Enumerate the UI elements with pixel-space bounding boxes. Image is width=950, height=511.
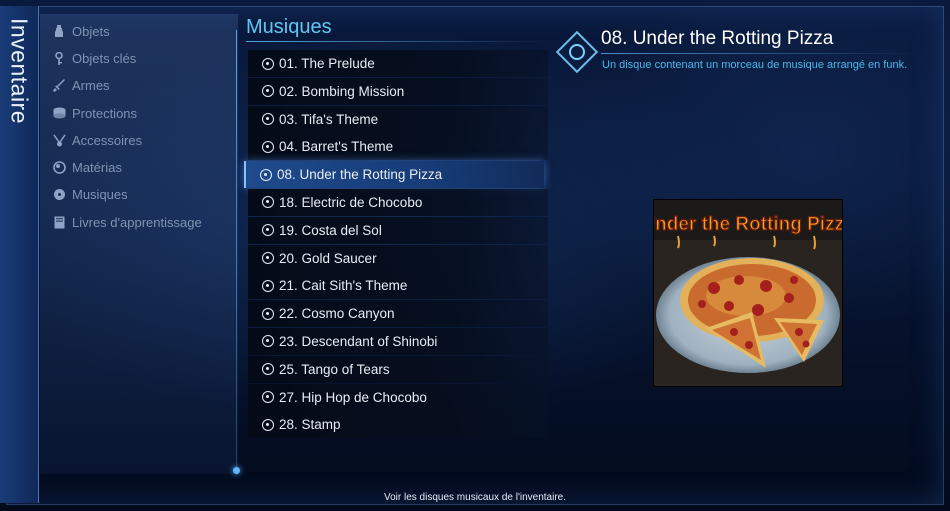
track-row-selected[interactable]: 08. Under the Rotting Pizza [244, 161, 544, 189]
music-disc-icon [260, 168, 272, 181]
music-disc-icon [262, 418, 274, 431]
armor-icon [52, 106, 66, 120]
track-row[interactable]: 04. Barret's Theme [248, 133, 548, 161]
track-row[interactable]: 19. Costa del Sol [248, 216, 548, 244]
side-title: Inventaire [6, 18, 33, 125]
track-row[interactable]: 20. Gold Saucer [248, 244, 548, 272]
materia-icon [52, 160, 66, 174]
music-disc-icon [262, 391, 274, 404]
track-row[interactable]: 28. Stamp [248, 411, 548, 439]
category-livres[interactable]: Livres d'apprentissage [52, 211, 202, 233]
book-icon [52, 215, 66, 229]
footer-hint: Voir les disques musicaux de l'inventair… [383, 492, 566, 503]
track-row[interactable]: 01. The Prelude [248, 50, 548, 77]
music-disc-icon [262, 252, 274, 265]
music-disc-icon [262, 279, 274, 292]
music-disc-icon [262, 307, 274, 320]
music-disc-icon [262, 224, 274, 237]
detail-title: 08. Under the Rotting Pizza [601, 28, 834, 49]
track-row[interactable]: 02. Bombing Mission [248, 77, 548, 105]
detail-underline [601, 53, 921, 54]
track-row[interactable]: 21. Cait Sith's Theme [248, 272, 548, 300]
potion-icon [52, 24, 66, 38]
section-title: Musiques [246, 16, 332, 38]
category-accessoires[interactable]: Accessoires [52, 129, 142, 151]
music-disc-icon [262, 85, 274, 98]
cover-title: Under the Rotting Pizza [654, 214, 842, 235]
music-disc-icon [262, 113, 274, 126]
sword-icon [52, 78, 66, 92]
pizza-cover-art: Under the Rotting Pizza [654, 200, 842, 386]
list-divider-end [233, 467, 240, 474]
category-musiques[interactable]: Musiques [52, 183, 128, 205]
list-divider [236, 30, 237, 470]
music-disc-icon [262, 196, 274, 209]
music-disc-icon [262, 140, 274, 153]
disc-emblem [569, 44, 585, 60]
track-row[interactable]: 18. Electric de Chocobo [248, 188, 548, 216]
music-disc-icon [262, 335, 274, 348]
track-row[interactable]: 25. Tango of Tears [248, 355, 548, 383]
section-underline [246, 41, 546, 42]
album-cover: Under the Rotting Pizza [653, 199, 843, 387]
side-title-bar: Inventaire [0, 6, 39, 503]
music-disc-icon [262, 363, 274, 376]
track-list: 01. The Prelude 02. Bombing Mission 03. … [244, 50, 548, 439]
category-objets-cles[interactable]: Objets clés [52, 47, 136, 69]
music-disc-icon [262, 57, 274, 70]
track-row[interactable]: 23. Descendant of Shinobi [248, 327, 548, 355]
category-armes[interactable]: Armes [52, 74, 110, 96]
accessory-icon [52, 133, 66, 147]
category-materias[interactable]: Matérias [52, 156, 122, 178]
key-icon [52, 51, 66, 65]
music-disc-icon [52, 187, 66, 201]
category-protections[interactable]: Protections [52, 102, 137, 124]
track-row[interactable]: 27. Hip Hop de Chocobo [248, 383, 548, 411]
detail-description: Un disque contenant un morceau de musiqu… [602, 59, 908, 71]
track-row[interactable]: 22. Cosmo Canyon [248, 300, 548, 328]
track-row[interactable]: 03. Tifa's Theme [248, 105, 548, 133]
category-objets[interactable]: Objets [52, 20, 110, 42]
